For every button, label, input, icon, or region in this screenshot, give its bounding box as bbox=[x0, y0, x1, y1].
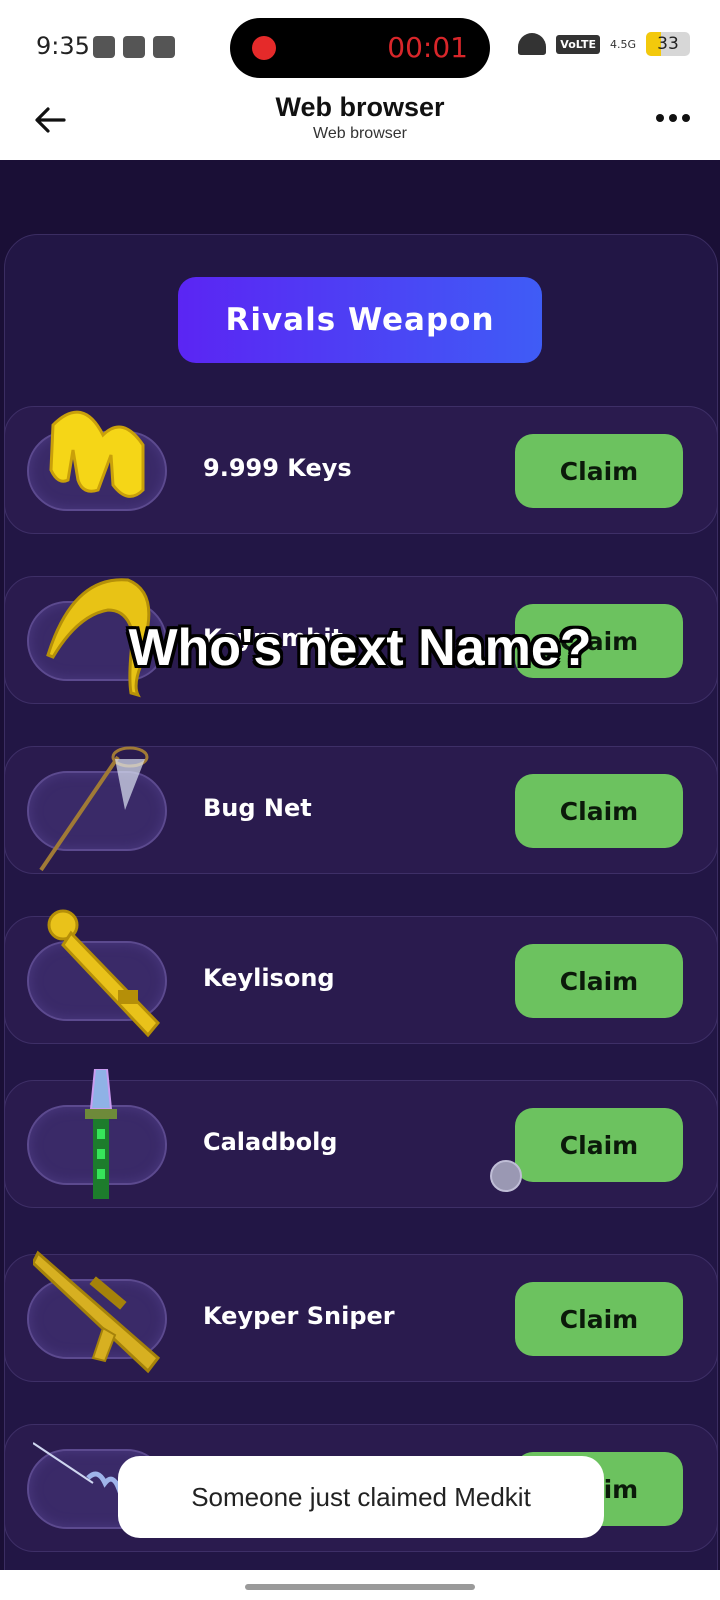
item-name: Caladbolg bbox=[203, 1128, 338, 1156]
app-bar: Web browser Web browser bbox=[0, 92, 720, 160]
weapon-card: Bug Net Claim bbox=[4, 746, 718, 874]
home-indicator[interactable] bbox=[245, 1584, 475, 1590]
weapon-card: Keyper Sniper Claim bbox=[4, 1250, 718, 1382]
more-dot-icon bbox=[682, 114, 690, 122]
notification-icons bbox=[93, 36, 175, 58]
item-name: 9.999 Keys bbox=[203, 454, 352, 482]
signal-icon: 4.5G bbox=[609, 37, 636, 51]
more-dot-icon bbox=[656, 114, 664, 122]
item-name: Keyper Sniper bbox=[203, 1302, 395, 1330]
bug-net-icon bbox=[39, 746, 149, 872]
rivals-weapon-header: Rivals Weapon bbox=[178, 277, 542, 363]
facebook-icon bbox=[123, 36, 145, 58]
battery-level: 33 bbox=[657, 34, 679, 54]
battery-icon: 33 bbox=[646, 32, 690, 56]
yellow-key-bundle-icon bbox=[49, 410, 145, 498]
claim-button[interactable]: Claim bbox=[515, 434, 683, 508]
web-content[interactable]: Rivals Weapon 9.999 Keys Claim Keyrambit… bbox=[0, 160, 720, 1570]
status-bar: 9:35 00:01 VoLTE 4.5G 33 bbox=[0, 0, 720, 92]
weapon-card: Keylisong Claim bbox=[4, 909, 718, 1044]
screen-recording-pill[interactable]: 00:01 bbox=[230, 18, 490, 78]
video-caption-overlay: Who's next Name? bbox=[128, 619, 592, 677]
discord-icon bbox=[93, 36, 115, 58]
status-time: 9:35 bbox=[36, 32, 90, 60]
recording-time: 00:01 bbox=[387, 31, 468, 64]
item-name: Bug Net bbox=[203, 794, 312, 822]
weapon-card: Caladbolg Claim bbox=[4, 1069, 718, 1208]
page-subtitle: Web browser bbox=[313, 125, 407, 142]
touch-indicator bbox=[490, 1160, 522, 1192]
more-dot-icon bbox=[669, 114, 677, 122]
page-title: Web browser bbox=[275, 92, 445, 122]
claim-button[interactable]: Claim bbox=[515, 774, 683, 848]
green-crystal-sword-icon bbox=[85, 1069, 117, 1199]
system-icons: VoLTE 4.5G 33 bbox=[518, 32, 690, 56]
weapon-card: 9.999 Keys Claim bbox=[4, 406, 718, 534]
record-icon bbox=[252, 36, 276, 60]
volte-badge: VoLTE bbox=[556, 34, 600, 54]
more-options-button[interactable] bbox=[656, 114, 690, 122]
item-name: Keylisong bbox=[203, 964, 335, 992]
claim-toast: Someone just claimed Medkit bbox=[118, 1456, 604, 1538]
title-block: Web browser Web browser bbox=[0, 92, 720, 143]
claim-button[interactable]: Claim bbox=[515, 1108, 683, 1182]
claim-button[interactable]: Claim bbox=[515, 944, 683, 1018]
golden-key-sword-icon bbox=[47, 909, 161, 1038]
navigation-bar bbox=[0, 1570, 720, 1600]
wifi-icon bbox=[518, 33, 547, 55]
golden-sniper-icon bbox=[33, 1250, 161, 1374]
video-icon bbox=[153, 36, 175, 58]
claim-button[interactable]: Claim bbox=[515, 1282, 683, 1356]
